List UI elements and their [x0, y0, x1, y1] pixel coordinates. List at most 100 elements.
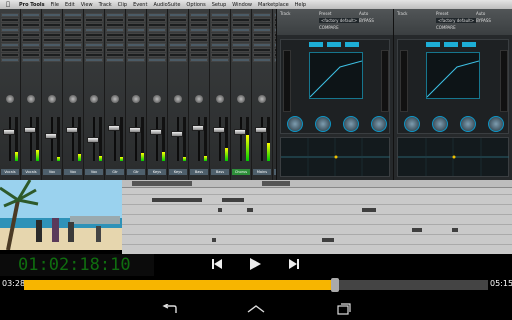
track-name-label[interactable]: Gtr [106, 169, 124, 175]
insert-slot[interactable] [190, 38, 208, 42]
volume-fader[interactable] [171, 131, 183, 137]
menu-options[interactable]: Options [183, 2, 208, 8]
volume-fader[interactable] [255, 127, 267, 133]
insert-slot[interactable] [106, 58, 124, 62]
seek-thumb[interactable] [330, 278, 339, 292]
insert-slot[interactable] [106, 48, 124, 52]
insert-slot[interactable] [211, 48, 229, 52]
attack-knob[interactable] [343, 116, 359, 132]
insert-slot[interactable] [190, 28, 208, 32]
track-name-label[interactable]: Keys [169, 169, 187, 175]
insert-slot[interactable] [148, 53, 166, 57]
volume-fader[interactable] [66, 127, 78, 133]
volume-fader[interactable] [234, 129, 246, 135]
plugin-preset-menu[interactable]: <factory default> [436, 18, 477, 23]
pan-knob[interactable] [153, 95, 161, 103]
insert-slot[interactable] [127, 43, 145, 47]
insert-slot[interactable] [253, 23, 271, 27]
home-icon[interactable] [242, 298, 270, 320]
insert-slot[interactable] [211, 18, 229, 22]
insert-slot[interactable] [169, 58, 187, 62]
insert-slot[interactable] [22, 43, 40, 47]
menu-marketplace[interactable]: Marketplace [255, 2, 292, 8]
insert-slot[interactable] [148, 18, 166, 22]
insert-slot[interactable] [169, 48, 187, 52]
insert-slot[interactable] [43, 38, 61, 42]
insert-slot[interactable] [232, 23, 250, 27]
track-name-label[interactable]: Chorus [232, 169, 250, 175]
insert-slot[interactable] [22, 23, 40, 27]
track-name-label[interactable]: Vox [85, 169, 103, 175]
audio-clip[interactable] [362, 208, 376, 212]
insert-slot[interactable] [148, 38, 166, 42]
insert-slot[interactable] [127, 38, 145, 42]
insert-slot[interactable] [211, 38, 229, 42]
insert-slot[interactable] [43, 58, 61, 62]
insert-slot[interactable] [22, 28, 40, 32]
plugin-mode-button-3[interactable] [345, 42, 359, 47]
skip-previous-icon[interactable] [209, 256, 225, 272]
insert-slot[interactable] [253, 38, 271, 42]
recents-icon[interactable] [330, 298, 358, 320]
release-knob[interactable] [488, 116, 504, 132]
plugin-mode-button-2[interactable] [327, 42, 341, 47]
audio-clip[interactable] [152, 198, 202, 202]
insert-slot[interactable] [106, 38, 124, 42]
volume-fader[interactable] [24, 127, 36, 133]
insert-slot[interactable] [85, 23, 103, 27]
insert-slot[interactable] [64, 48, 82, 52]
insert-slot[interactable] [85, 43, 103, 47]
pan-knob[interactable] [174, 95, 182, 103]
insert-slot[interactable] [22, 18, 40, 22]
insert-slot[interactable] [127, 48, 145, 52]
insert-slot[interactable] [211, 23, 229, 27]
pan-knob[interactable] [216, 95, 224, 103]
insert-slot[interactable] [127, 18, 145, 22]
insert-slot[interactable] [85, 13, 103, 17]
insert-slot[interactable] [85, 58, 103, 62]
insert-slot[interactable] [106, 33, 124, 37]
insert-slot[interactable] [1, 33, 19, 37]
track-name-label[interactable]: Vocals [1, 169, 19, 175]
release-knob[interactable] [371, 116, 387, 132]
insert-slot[interactable] [64, 53, 82, 57]
insert-slot[interactable] [64, 58, 82, 62]
insert-slot[interactable] [106, 13, 124, 17]
track-name-label[interactable]: Keys [148, 169, 166, 175]
menu-event[interactable]: Event [130, 2, 150, 8]
insert-slot[interactable] [169, 53, 187, 57]
audio-clip[interactable] [212, 238, 216, 242]
insert-slot[interactable] [211, 28, 229, 32]
insert-slot[interactable] [253, 28, 271, 32]
insert-slot[interactable] [43, 33, 61, 37]
insert-slot[interactable] [106, 43, 124, 47]
pan-knob[interactable] [195, 95, 203, 103]
volume-fader[interactable] [3, 129, 15, 135]
insert-slot[interactable] [64, 23, 82, 27]
plugin-compare-button[interactable]: COMPARE [436, 25, 456, 30]
volume-fader[interactable] [213, 127, 225, 133]
insert-slot[interactable] [64, 28, 82, 32]
menu-app-name[interactable]: Pro Tools [16, 2, 48, 8]
insert-slot[interactable] [1, 43, 19, 47]
insert-slot[interactable] [211, 58, 229, 62]
plugin-mode-button-3[interactable] [462, 42, 476, 47]
track-name-label[interactable]: Bass [190, 169, 208, 175]
insert-slot[interactable] [43, 13, 61, 17]
insert-slot[interactable] [190, 23, 208, 27]
audio-clip[interactable] [218, 208, 222, 212]
track-name-label[interactable]: Mains [253, 169, 271, 175]
threshold-knob[interactable] [287, 116, 303, 132]
insert-slot[interactable] [1, 38, 19, 42]
audio-clip[interactable] [247, 208, 253, 212]
insert-slot[interactable] [190, 18, 208, 22]
insert-slot[interactable] [85, 53, 103, 57]
insert-slot[interactable] [211, 53, 229, 57]
insert-slot[interactable] [169, 33, 187, 37]
pan-knob[interactable] [258, 95, 266, 103]
insert-slot[interactable] [148, 28, 166, 32]
insert-slot[interactable] [169, 43, 187, 47]
plugin-bypass-button[interactable]: BYPASS [476, 18, 491, 23]
insert-slot[interactable] [169, 13, 187, 17]
insert-slot[interactable] [106, 53, 124, 57]
